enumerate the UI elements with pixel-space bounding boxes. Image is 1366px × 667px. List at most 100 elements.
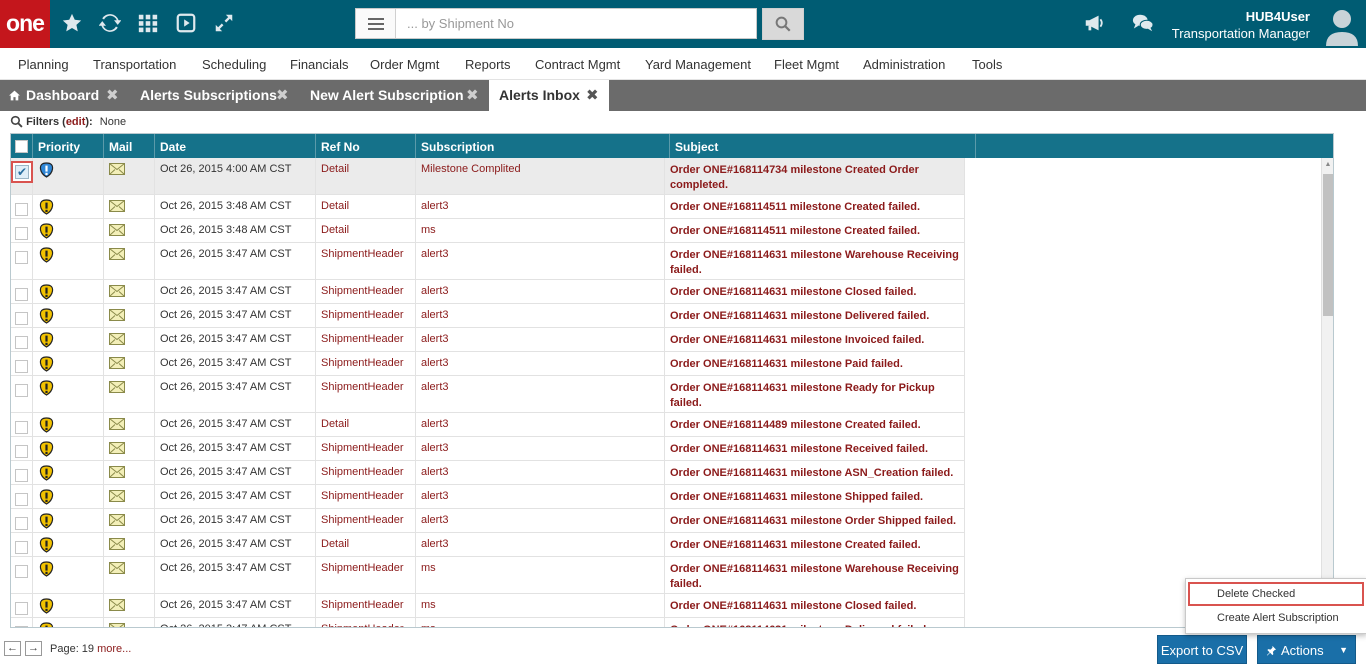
chat-icon[interactable] bbox=[1131, 12, 1155, 36]
subject-link[interactable]: Order ONE#168114631 milestone Created fa… bbox=[665, 533, 965, 556]
subject-link[interactable]: Order ONE#168114631 milestone Warehouse … bbox=[665, 243, 965, 279]
ref-no-link[interactable]: ShipmentHeader bbox=[316, 485, 416, 508]
ref-no-link[interactable]: ShipmentHeader bbox=[316, 509, 416, 532]
avatar-icon[interactable] bbox=[1324, 6, 1360, 46]
subject-link[interactable]: Order ONE#168114631 milestone Ready for … bbox=[665, 376, 965, 412]
more-link[interactable]: more... bbox=[97, 643, 131, 655]
subscription-link[interactable]: ms bbox=[416, 219, 665, 242]
scroll-thumb[interactable] bbox=[1323, 174, 1333, 316]
select-all-checkbox[interactable] bbox=[15, 140, 28, 153]
subscription-link[interactable]: alert3 bbox=[416, 376, 665, 412]
filters-edit-link[interactable]: edit bbox=[66, 116, 86, 128]
ref-no-link[interactable]: Detail bbox=[316, 195, 416, 218]
ref-no-link[interactable]: Detail bbox=[316, 158, 416, 194]
grid-icon[interactable] bbox=[136, 12, 160, 36]
table-row[interactable]: Oct 26, 2015 3:47 AM CST ShipmentHeader al… bbox=[11, 243, 965, 280]
menu-fleet-mgmt[interactable]: Fleet Mgmt bbox=[774, 57, 839, 72]
table-row[interactable]: Oct 26, 2015 3:47 AM CSTShipmentHeaderms… bbox=[11, 618, 965, 627]
menu-reports[interactable]: Reports bbox=[465, 57, 511, 72]
col-priority[interactable]: Priority bbox=[33, 134, 104, 158]
row-checkbox[interactable] bbox=[15, 565, 28, 578]
subject-link[interactable]: Order ONE#168114631 milestone Warehouse … bbox=[665, 557, 965, 593]
col-ref-no[interactable]: Ref No bbox=[316, 134, 416, 158]
megaphone-icon[interactable] bbox=[1082, 12, 1106, 36]
table-row[interactable]: Oct 26, 2015 3:47 AM CST Detail alert3 Orde… bbox=[11, 533, 965, 557]
refresh-icon[interactable] bbox=[98, 12, 122, 36]
mail-icon[interactable] bbox=[109, 418, 125, 430]
subscription-link[interactable]: alert3 bbox=[416, 485, 665, 508]
expand-icon[interactable] bbox=[212, 12, 236, 36]
search-menu-icon[interactable] bbox=[356, 9, 396, 38]
next-page-button[interactable]: → bbox=[25, 641, 42, 656]
subscription-link[interactable]: alert3 bbox=[416, 509, 665, 532]
row-checkbox[interactable] bbox=[15, 384, 28, 397]
export-csv-button[interactable]: Export to CSV bbox=[1157, 635, 1247, 664]
mail-icon[interactable] bbox=[109, 163, 125, 175]
search-button[interactable] bbox=[762, 8, 804, 40]
mail-icon[interactable] bbox=[109, 538, 125, 550]
subject-link[interactable]: Order ONE#168114511 milestone Created fa… bbox=[665, 195, 965, 218]
menu-yard-management[interactable]: Yard Management bbox=[645, 57, 751, 72]
vertical-scrollbar[interactable]: ▲ bbox=[1321, 158, 1333, 627]
row-checkbox[interactable] bbox=[15, 203, 28, 216]
subscription-link[interactable]: ms bbox=[416, 618, 665, 627]
menu-order-mgmt[interactable]: Order Mgmt bbox=[370, 57, 439, 72]
ref-no-link[interactable]: ShipmentHeader bbox=[316, 243, 416, 279]
row-checkbox[interactable] bbox=[15, 602, 28, 615]
subscription-link[interactable]: alert3 bbox=[416, 413, 665, 436]
scroll-up-arrow[interactable]: ▲ bbox=[1322, 158, 1333, 172]
mail-icon[interactable] bbox=[109, 466, 125, 478]
create-alert-subscription-item[interactable]: Create Alert Subscription bbox=[1188, 606, 1364, 630]
subscription-link[interactable]: Milestone Complited bbox=[416, 158, 665, 194]
table-row[interactable]: Oct 26, 2015 3:47 AM CST ShipmentHeader al… bbox=[11, 352, 965, 376]
row-checkbox[interactable] bbox=[15, 493, 28, 506]
row-checkbox[interactable] bbox=[15, 360, 28, 373]
menu-financials[interactable]: Financials bbox=[290, 57, 349, 72]
table-row[interactable]: Oct 26, 2015 3:47 AM CST ShipmentHeader al… bbox=[11, 461, 965, 485]
table-row[interactable]: Oct 26, 2015 3:47 AM CST ShipmentHeader al… bbox=[11, 376, 965, 413]
subscription-link[interactable]: ms bbox=[416, 557, 665, 593]
row-checkbox[interactable]: ✔ bbox=[11, 161, 33, 183]
subscription-link[interactable]: alert3 bbox=[416, 304, 665, 327]
mail-icon[interactable] bbox=[109, 490, 125, 502]
ref-no-link[interactable]: Detail bbox=[316, 533, 416, 556]
col-mail[interactable]: Mail bbox=[104, 134, 155, 158]
close-icon[interactable]: ✖ bbox=[466, 80, 479, 111]
close-icon[interactable]: ✖ bbox=[276, 80, 289, 111]
table-row[interactable]: Oct 26, 2015 3:47 AM CST Detail alert3 Orde… bbox=[11, 413, 965, 437]
subscription-link[interactable]: alert3 bbox=[416, 533, 665, 556]
table-row[interactable]: Oct 26, 2015 3:47 AM CST ShipmentHeader al… bbox=[11, 437, 965, 461]
row-checkbox[interactable] bbox=[15, 445, 28, 458]
mail-icon[interactable] bbox=[109, 562, 125, 574]
mail-icon[interactable] bbox=[109, 514, 125, 526]
ref-no-link[interactable]: Detail bbox=[316, 219, 416, 242]
subscription-link[interactable]: alert3 bbox=[416, 328, 665, 351]
col-subscription[interactable]: Subscription bbox=[416, 134, 670, 158]
subscription-link[interactable]: alert3 bbox=[416, 243, 665, 279]
search-input[interactable] bbox=[397, 9, 755, 38]
table-row[interactable]: Oct 26, 2015 3:47 AM CST ShipmentHeader al… bbox=[11, 280, 965, 304]
ref-no-link[interactable]: ShipmentHeader bbox=[316, 594, 416, 617]
subject-link[interactable]: Order ONE#168114631 milestone Delivered … bbox=[665, 618, 965, 627]
ref-no-link[interactable]: ShipmentHeader bbox=[316, 304, 416, 327]
subject-link[interactable]: Order ONE#168114631 milestone Delivered … bbox=[665, 304, 965, 327]
table-row[interactable]: Oct 26, 2015 3:47 AM CSTShipmentHeaderms… bbox=[11, 557, 965, 594]
app-logo[interactable]: one bbox=[0, 0, 50, 48]
row-checkbox[interactable] bbox=[15, 227, 28, 240]
menu-scheduling[interactable]: Scheduling bbox=[202, 57, 266, 72]
ref-no-link[interactable]: ShipmentHeader bbox=[316, 376, 416, 412]
subscription-link[interactable]: alert3 bbox=[416, 195, 665, 218]
mail-icon[interactable] bbox=[109, 200, 125, 212]
subscription-link[interactable]: alert3 bbox=[416, 280, 665, 303]
close-icon[interactable]: ✖ bbox=[106, 80, 119, 111]
table-row[interactable]: Oct 26, 2015 3:47 AM CST ShipmentHeader al… bbox=[11, 485, 965, 509]
ref-no-link[interactable]: ShipmentHeader bbox=[316, 618, 416, 627]
ref-no-link[interactable]: ShipmentHeader bbox=[316, 352, 416, 375]
table-row[interactable]: ✔ Oct 26, 2015 4:00 AM CST Detail Milestone… bbox=[11, 158, 965, 195]
row-checkbox[interactable] bbox=[15, 336, 28, 349]
subject-link[interactable]: Order ONE#168114631 milestone ASN_Creati… bbox=[665, 461, 965, 484]
subject-link[interactable]: Order ONE#168114631 milestone Received f… bbox=[665, 437, 965, 460]
play-icon[interactable] bbox=[174, 12, 198, 36]
subject-link[interactable]: Order ONE#168114631 milestone Closed fai… bbox=[665, 594, 965, 617]
ref-no-link[interactable]: ShipmentHeader bbox=[316, 328, 416, 351]
